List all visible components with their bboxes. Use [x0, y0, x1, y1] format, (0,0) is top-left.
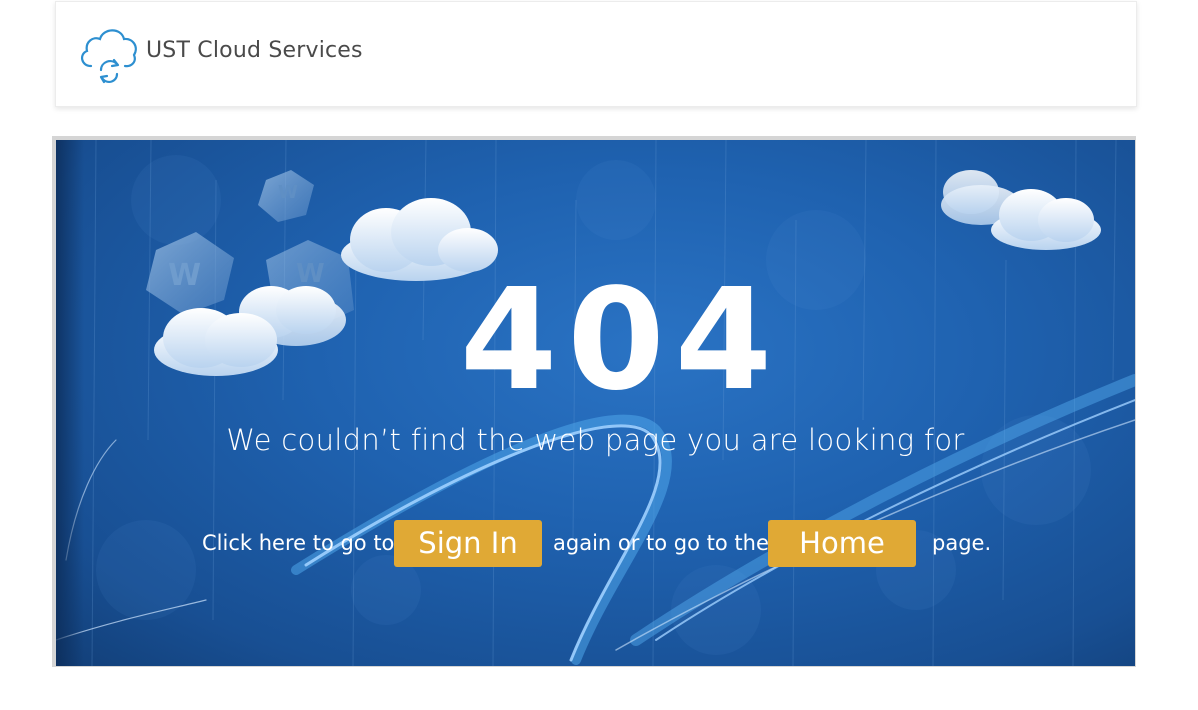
site-header: UST Cloud Services [55, 1, 1137, 107]
prompt-suffix: page. [932, 531, 992, 555]
prompt-middle: again or to go to the [553, 531, 769, 555]
navigation-prompt: Click here to go to Sign In again or to … [56, 518, 1135, 568]
svg-text:W: W [168, 258, 201, 293]
error-headline: We couldn’t find the web page you are lo… [226, 423, 965, 457]
cloud-sync-icon[interactable] [77, 22, 141, 86]
svg-text:W: W [278, 182, 298, 203]
prompt-prefix: Click here to go to [202, 531, 395, 555]
svg-text:404: 404 [460, 270, 782, 410]
sign-in-button[interactable]: Sign In [394, 520, 542, 567]
brand-name[interactable]: UST Cloud Services [146, 38, 363, 63]
cloud-decoration-right [941, 170, 1101, 250]
svg-text:W: W [296, 259, 325, 289]
home-button[interactable]: Home [768, 520, 916, 567]
error-banner: W W W 404 We couldn’t find the web page … [56, 140, 1135, 666]
cloud-decoration-center [341, 198, 498, 281]
error-code-404: 404 [460, 270, 782, 410]
